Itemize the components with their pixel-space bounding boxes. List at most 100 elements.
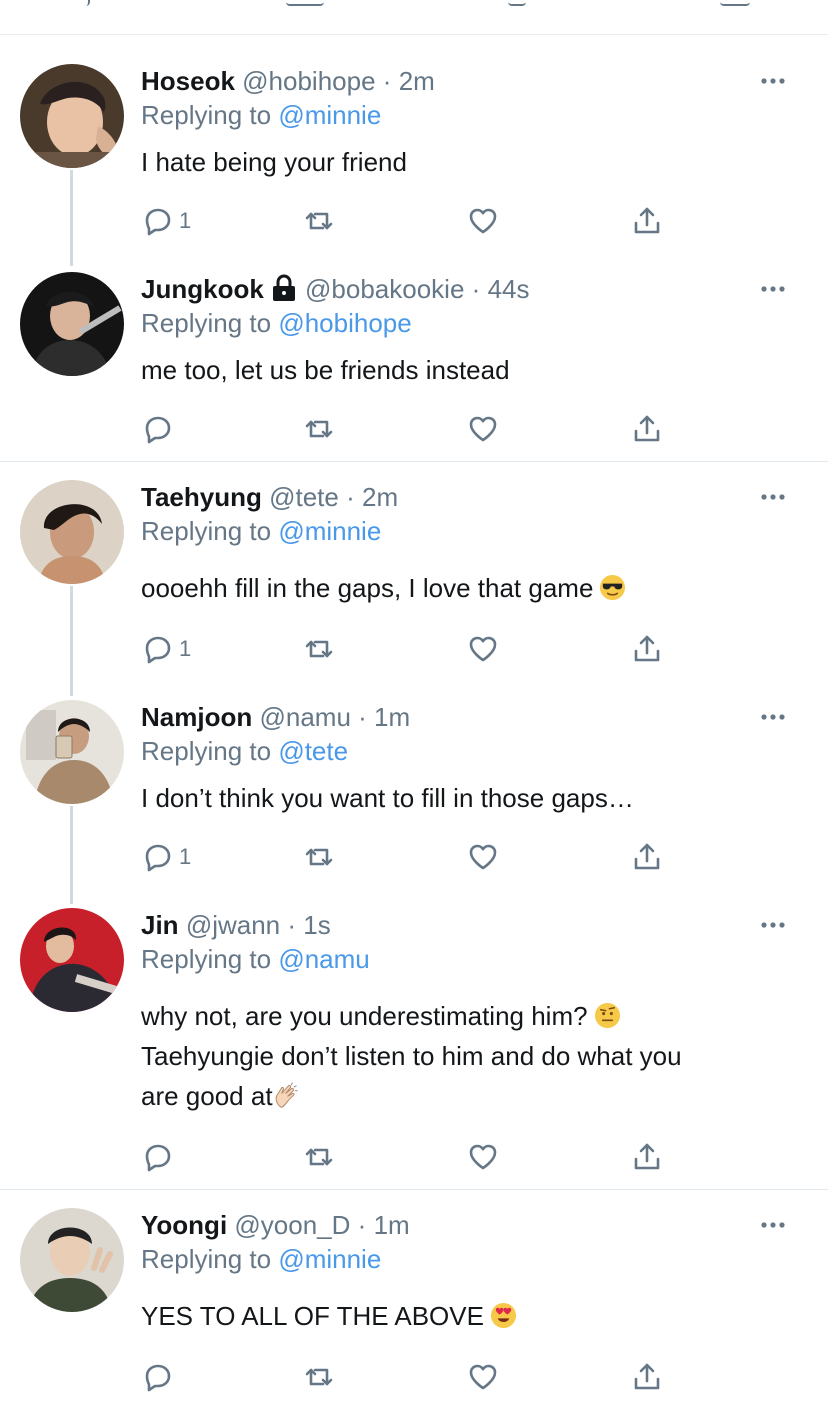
separator-dot: · — [471, 274, 481, 304]
tweet-text: me too, let us be friends instead — [141, 355, 510, 385]
like-button[interactable] — [467, 1360, 499, 1394]
avatar[interactable] — [20, 64, 124, 168]
lock-icon — [272, 274, 295, 301]
mention-link[interactable]: @namu — [278, 944, 369, 974]
timestamp[interactable]: 1m — [374, 1210, 410, 1240]
display-name[interactable]: Yoongi — [141, 1210, 227, 1240]
tweet-text: YES TO ALL OF THE ABOVE — [141, 1301, 484, 1331]
thread-connector — [70, 170, 73, 266]
more-options-icon[interactable] — [760, 704, 786, 730]
like-icon — [467, 633, 499, 665]
separator-dot: · — [357, 1210, 367, 1240]
more-options-icon[interactable] — [760, 912, 786, 938]
display-name[interactable]: Taehyung — [141, 482, 262, 512]
display-name[interactable]: Jin — [141, 910, 179, 940]
reply-button[interactable]: 1 — [141, 840, 191, 874]
user-handle[interactable]: @bobakookie — [305, 274, 464, 304]
avatar-photo — [20, 908, 124, 1012]
avatar-photo — [20, 64, 124, 168]
timestamp[interactable]: 2m — [399, 66, 435, 96]
retweet-icon — [303, 413, 335, 445]
more-options-icon[interactable] — [760, 484, 786, 510]
avatar[interactable] — [20, 272, 124, 376]
replying-to-label: Replying to — [141, 944, 272, 974]
tweet-text: I hate being your friend — [141, 147, 407, 177]
retweet-button[interactable] — [303, 204, 335, 238]
mention-link[interactable]: @minnie — [278, 516, 381, 546]
raised-eyebrow-emoji — [594, 1002, 621, 1029]
retweet-button[interactable] — [303, 412, 335, 446]
mention-link[interactable]: @minnie — [278, 1244, 381, 1274]
avatar-photo — [20, 272, 124, 376]
display-name[interactable]: Namjoon — [141, 702, 252, 732]
avatar[interactable] — [20, 908, 124, 1012]
like-button[interactable] — [467, 1140, 499, 1174]
reply-button[interactable]: 1 — [141, 204, 191, 238]
retweet-icon — [303, 633, 335, 665]
retweet-button[interactable] — [303, 1140, 335, 1174]
divider — [0, 1189, 828, 1190]
tweet-header: Jungkook @bobakookie · 44s — [141, 272, 529, 306]
avatar[interactable] — [20, 1208, 124, 1312]
like-button[interactable] — [467, 412, 499, 446]
like-icon — [508, 0, 526, 6]
separator-dot: · — [346, 482, 355, 512]
user-handle[interactable]: @namu — [259, 702, 350, 732]
mention-link[interactable]: @tete — [278, 736, 348, 766]
reply-button[interactable] — [141, 412, 173, 446]
user-handle[interactable]: @tete — [269, 482, 339, 512]
like-button[interactable] — [467, 204, 499, 238]
display-name[interactable]: Hoseok — [141, 66, 235, 96]
share-button[interactable] — [631, 632, 663, 666]
reply-count: 1 — [179, 208, 192, 233]
tweet-header: Taehyung @tete · 2m — [141, 480, 398, 514]
replying-to: Replying to @tete — [141, 734, 348, 768]
share-button[interactable] — [631, 840, 663, 874]
display-name[interactable]: Jungkook — [141, 274, 264, 304]
reply-count: 1 — [179, 844, 192, 869]
tweet-text-container: why not, are you underestimating him? Ta… — [141, 996, 791, 1116]
timestamp[interactable]: 1m — [374, 702, 410, 732]
thread-connector — [70, 586, 73, 696]
avatar[interactable] — [20, 700, 124, 804]
mention-link[interactable]: @minnie — [278, 100, 381, 130]
reply-button[interactable] — [141, 1360, 173, 1394]
user-handle[interactable]: @yoon_D — [234, 1210, 350, 1240]
timestamp[interactable]: 2m — [362, 482, 398, 512]
share-button[interactable] — [631, 204, 663, 238]
user-handle[interactable]: @jwann — [186, 910, 280, 940]
tweet-text-container: YES TO ALL OF THE ABOVE — [141, 1296, 791, 1336]
mention-link[interactable]: @hobihope — [278, 308, 411, 338]
retweet-icon — [303, 841, 335, 873]
reply-icon — [141, 413, 173, 445]
clapping-hands-emoji — [273, 1082, 300, 1109]
retweet-icon — [286, 0, 324, 6]
retweet-button[interactable] — [303, 632, 335, 666]
more-options-icon[interactable] — [760, 276, 786, 302]
replying-to-label: Replying to — [141, 1244, 272, 1274]
retweet-button[interactable] — [303, 1360, 335, 1394]
share-button[interactable] — [631, 1140, 663, 1174]
more-options-icon[interactable] — [760, 68, 786, 94]
avatar[interactable] — [20, 480, 124, 584]
like-button[interactable] — [467, 632, 499, 666]
timestamp[interactable]: 1s — [303, 910, 330, 940]
share-button[interactable] — [631, 412, 663, 446]
timestamp[interactable]: 44s — [488, 274, 530, 304]
user-handle[interactable]: @hobihope — [242, 66, 375, 96]
share-icon — [631, 413, 663, 445]
more-options-icon[interactable] — [760, 1212, 786, 1238]
thread-connector — [70, 806, 73, 904]
share-button[interactable] — [631, 1360, 663, 1394]
avatar-photo — [20, 1208, 124, 1312]
reply-button[interactable] — [141, 1140, 173, 1174]
reply-button[interactable]: 1 — [141, 632, 191, 666]
reply-icon — [141, 205, 173, 237]
reply-icon — [141, 1141, 173, 1173]
tweet-text: I don’t think you want to fill in those … — [141, 783, 634, 813]
like-button[interactable] — [467, 840, 499, 874]
like-icon — [467, 205, 499, 237]
like-icon — [467, 841, 499, 873]
retweet-button[interactable] — [303, 840, 335, 874]
avatar-photo — [20, 700, 124, 804]
